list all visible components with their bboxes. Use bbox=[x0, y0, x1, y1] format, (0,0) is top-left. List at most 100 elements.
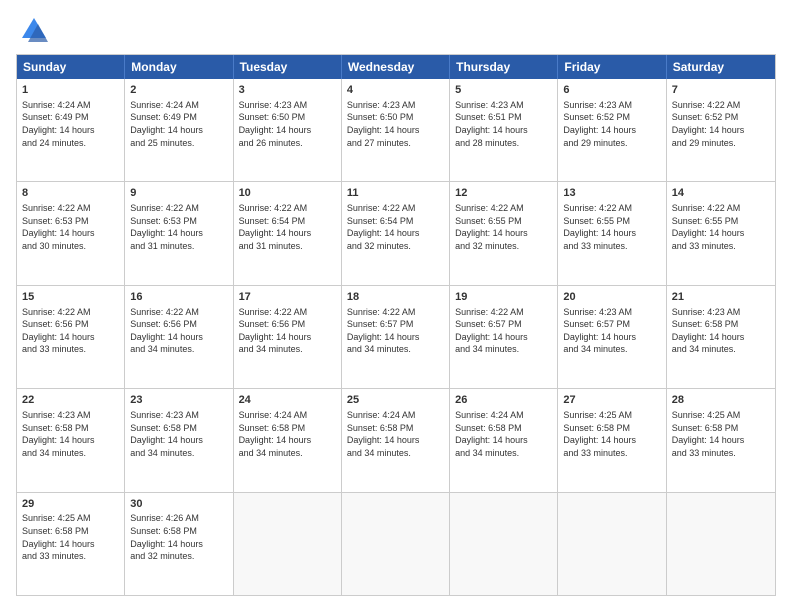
cell-content: Sunrise: 4:22 AMSunset: 6:56 PMDaylight:… bbox=[22, 306, 119, 356]
day-number: 11 bbox=[347, 186, 444, 201]
cell-content: Sunrise: 4:24 AMSunset: 6:49 PMDaylight:… bbox=[22, 99, 119, 149]
cell-content: Sunrise: 4:23 AMSunset: 6:57 PMDaylight:… bbox=[563, 306, 660, 356]
calendar-cell: 6Sunrise: 4:23 AMSunset: 6:52 PMDaylight… bbox=[558, 79, 666, 181]
calendar-cell: 27Sunrise: 4:25 AMSunset: 6:58 PMDayligh… bbox=[558, 389, 666, 491]
calendar-cell: 28Sunrise: 4:25 AMSunset: 6:58 PMDayligh… bbox=[667, 389, 775, 491]
page: SundayMondayTuesdayWednesdayThursdayFrid… bbox=[0, 0, 792, 612]
calendar-cell bbox=[342, 493, 450, 595]
day-number: 28 bbox=[672, 393, 770, 408]
calendar-cell: 17Sunrise: 4:22 AMSunset: 6:56 PMDayligh… bbox=[234, 286, 342, 388]
cell-content: Sunrise: 4:22 AMSunset: 6:56 PMDaylight:… bbox=[239, 306, 336, 356]
day-number: 22 bbox=[22, 393, 119, 408]
cell-content: Sunrise: 4:23 AMSunset: 6:51 PMDaylight:… bbox=[455, 99, 552, 149]
calendar-cell: 3Sunrise: 4:23 AMSunset: 6:50 PMDaylight… bbox=[234, 79, 342, 181]
calendar-cell bbox=[234, 493, 342, 595]
day-number: 27 bbox=[563, 393, 660, 408]
calendar-row: 15Sunrise: 4:22 AMSunset: 6:56 PMDayligh… bbox=[17, 285, 775, 388]
calendar-header: SundayMondayTuesdayWednesdayThursdayFrid… bbox=[17, 55, 775, 79]
calendar-cell: 8Sunrise: 4:22 AMSunset: 6:53 PMDaylight… bbox=[17, 182, 125, 284]
weekday-header: Wednesday bbox=[342, 55, 450, 79]
cell-content: Sunrise: 4:22 AMSunset: 6:55 PMDaylight:… bbox=[672, 202, 770, 252]
day-number: 17 bbox=[239, 290, 336, 305]
calendar-cell: 30Sunrise: 4:26 AMSunset: 6:58 PMDayligh… bbox=[125, 493, 233, 595]
day-number: 16 bbox=[130, 290, 227, 305]
calendar-cell: 11Sunrise: 4:22 AMSunset: 6:54 PMDayligh… bbox=[342, 182, 450, 284]
day-number: 4 bbox=[347, 83, 444, 98]
day-number: 1 bbox=[22, 83, 119, 98]
cell-content: Sunrise: 4:22 AMSunset: 6:54 PMDaylight:… bbox=[347, 202, 444, 252]
calendar-cell: 21Sunrise: 4:23 AMSunset: 6:58 PMDayligh… bbox=[667, 286, 775, 388]
calendar-cell: 23Sunrise: 4:23 AMSunset: 6:58 PMDayligh… bbox=[125, 389, 233, 491]
cell-content: Sunrise: 4:22 AMSunset: 6:53 PMDaylight:… bbox=[130, 202, 227, 252]
cell-content: Sunrise: 4:22 AMSunset: 6:57 PMDaylight:… bbox=[347, 306, 444, 356]
cell-content: Sunrise: 4:24 AMSunset: 6:49 PMDaylight:… bbox=[130, 99, 227, 149]
weekday-header: Sunday bbox=[17, 55, 125, 79]
day-number: 24 bbox=[239, 393, 336, 408]
cell-content: Sunrise: 4:23 AMSunset: 6:58 PMDaylight:… bbox=[22, 409, 119, 459]
calendar-cell: 13Sunrise: 4:22 AMSunset: 6:55 PMDayligh… bbox=[558, 182, 666, 284]
day-number: 8 bbox=[22, 186, 119, 201]
cell-content: Sunrise: 4:22 AMSunset: 6:57 PMDaylight:… bbox=[455, 306, 552, 356]
weekday-header: Tuesday bbox=[234, 55, 342, 79]
calendar-cell: 12Sunrise: 4:22 AMSunset: 6:55 PMDayligh… bbox=[450, 182, 558, 284]
header bbox=[16, 16, 776, 44]
calendar-cell: 29Sunrise: 4:25 AMSunset: 6:58 PMDayligh… bbox=[17, 493, 125, 595]
day-number: 15 bbox=[22, 290, 119, 305]
calendar-row: 29Sunrise: 4:25 AMSunset: 6:58 PMDayligh… bbox=[17, 492, 775, 595]
calendar-cell: 15Sunrise: 4:22 AMSunset: 6:56 PMDayligh… bbox=[17, 286, 125, 388]
day-number: 19 bbox=[455, 290, 552, 305]
calendar-cell: 9Sunrise: 4:22 AMSunset: 6:53 PMDaylight… bbox=[125, 182, 233, 284]
cell-content: Sunrise: 4:25 AMSunset: 6:58 PMDaylight:… bbox=[672, 409, 770, 459]
day-number: 23 bbox=[130, 393, 227, 408]
calendar-cell: 18Sunrise: 4:22 AMSunset: 6:57 PMDayligh… bbox=[342, 286, 450, 388]
calendar-cell: 16Sunrise: 4:22 AMSunset: 6:56 PMDayligh… bbox=[125, 286, 233, 388]
weekday-header: Friday bbox=[558, 55, 666, 79]
cell-content: Sunrise: 4:22 AMSunset: 6:54 PMDaylight:… bbox=[239, 202, 336, 252]
day-number: 7 bbox=[672, 83, 770, 98]
cell-content: Sunrise: 4:22 AMSunset: 6:55 PMDaylight:… bbox=[563, 202, 660, 252]
calendar-body: 1Sunrise: 4:24 AMSunset: 6:49 PMDaylight… bbox=[17, 79, 775, 595]
weekday-header: Saturday bbox=[667, 55, 775, 79]
cell-content: Sunrise: 4:23 AMSunset: 6:52 PMDaylight:… bbox=[563, 99, 660, 149]
day-number: 29 bbox=[22, 497, 119, 512]
day-number: 5 bbox=[455, 83, 552, 98]
day-number: 12 bbox=[455, 186, 552, 201]
cell-content: Sunrise: 4:22 AMSunset: 6:55 PMDaylight:… bbox=[455, 202, 552, 252]
calendar-cell: 22Sunrise: 4:23 AMSunset: 6:58 PMDayligh… bbox=[17, 389, 125, 491]
calendar-cell bbox=[667, 493, 775, 595]
cell-content: Sunrise: 4:23 AMSunset: 6:58 PMDaylight:… bbox=[130, 409, 227, 459]
cell-content: Sunrise: 4:23 AMSunset: 6:58 PMDaylight:… bbox=[672, 306, 770, 356]
weekday-header: Thursday bbox=[450, 55, 558, 79]
cell-content: Sunrise: 4:22 AMSunset: 6:56 PMDaylight:… bbox=[130, 306, 227, 356]
cell-content: Sunrise: 4:24 AMSunset: 6:58 PMDaylight:… bbox=[455, 409, 552, 459]
cell-content: Sunrise: 4:23 AMSunset: 6:50 PMDaylight:… bbox=[347, 99, 444, 149]
day-number: 26 bbox=[455, 393, 552, 408]
calendar-cell: 25Sunrise: 4:24 AMSunset: 6:58 PMDayligh… bbox=[342, 389, 450, 491]
day-number: 14 bbox=[672, 186, 770, 201]
calendar-cell: 24Sunrise: 4:24 AMSunset: 6:58 PMDayligh… bbox=[234, 389, 342, 491]
calendar-row: 8Sunrise: 4:22 AMSunset: 6:53 PMDaylight… bbox=[17, 181, 775, 284]
day-number: 3 bbox=[239, 83, 336, 98]
day-number: 25 bbox=[347, 393, 444, 408]
cell-content: Sunrise: 4:25 AMSunset: 6:58 PMDaylight:… bbox=[563, 409, 660, 459]
day-number: 13 bbox=[563, 186, 660, 201]
day-number: 20 bbox=[563, 290, 660, 305]
cell-content: Sunrise: 4:22 AMSunset: 6:53 PMDaylight:… bbox=[22, 202, 119, 252]
calendar-cell: 7Sunrise: 4:22 AMSunset: 6:52 PMDaylight… bbox=[667, 79, 775, 181]
calendar-cell: 19Sunrise: 4:22 AMSunset: 6:57 PMDayligh… bbox=[450, 286, 558, 388]
weekday-header: Monday bbox=[125, 55, 233, 79]
day-number: 30 bbox=[130, 497, 227, 512]
calendar-cell: 14Sunrise: 4:22 AMSunset: 6:55 PMDayligh… bbox=[667, 182, 775, 284]
day-number: 6 bbox=[563, 83, 660, 98]
calendar-cell: 1Sunrise: 4:24 AMSunset: 6:49 PMDaylight… bbox=[17, 79, 125, 181]
cell-content: Sunrise: 4:26 AMSunset: 6:58 PMDaylight:… bbox=[130, 512, 227, 562]
calendar-cell: 4Sunrise: 4:23 AMSunset: 6:50 PMDaylight… bbox=[342, 79, 450, 181]
logo-icon bbox=[20, 16, 48, 44]
calendar-cell: 20Sunrise: 4:23 AMSunset: 6:57 PMDayligh… bbox=[558, 286, 666, 388]
calendar-cell: 26Sunrise: 4:24 AMSunset: 6:58 PMDayligh… bbox=[450, 389, 558, 491]
day-number: 18 bbox=[347, 290, 444, 305]
day-number: 10 bbox=[239, 186, 336, 201]
day-number: 2 bbox=[130, 83, 227, 98]
cell-content: Sunrise: 4:24 AMSunset: 6:58 PMDaylight:… bbox=[347, 409, 444, 459]
cell-content: Sunrise: 4:24 AMSunset: 6:58 PMDaylight:… bbox=[239, 409, 336, 459]
